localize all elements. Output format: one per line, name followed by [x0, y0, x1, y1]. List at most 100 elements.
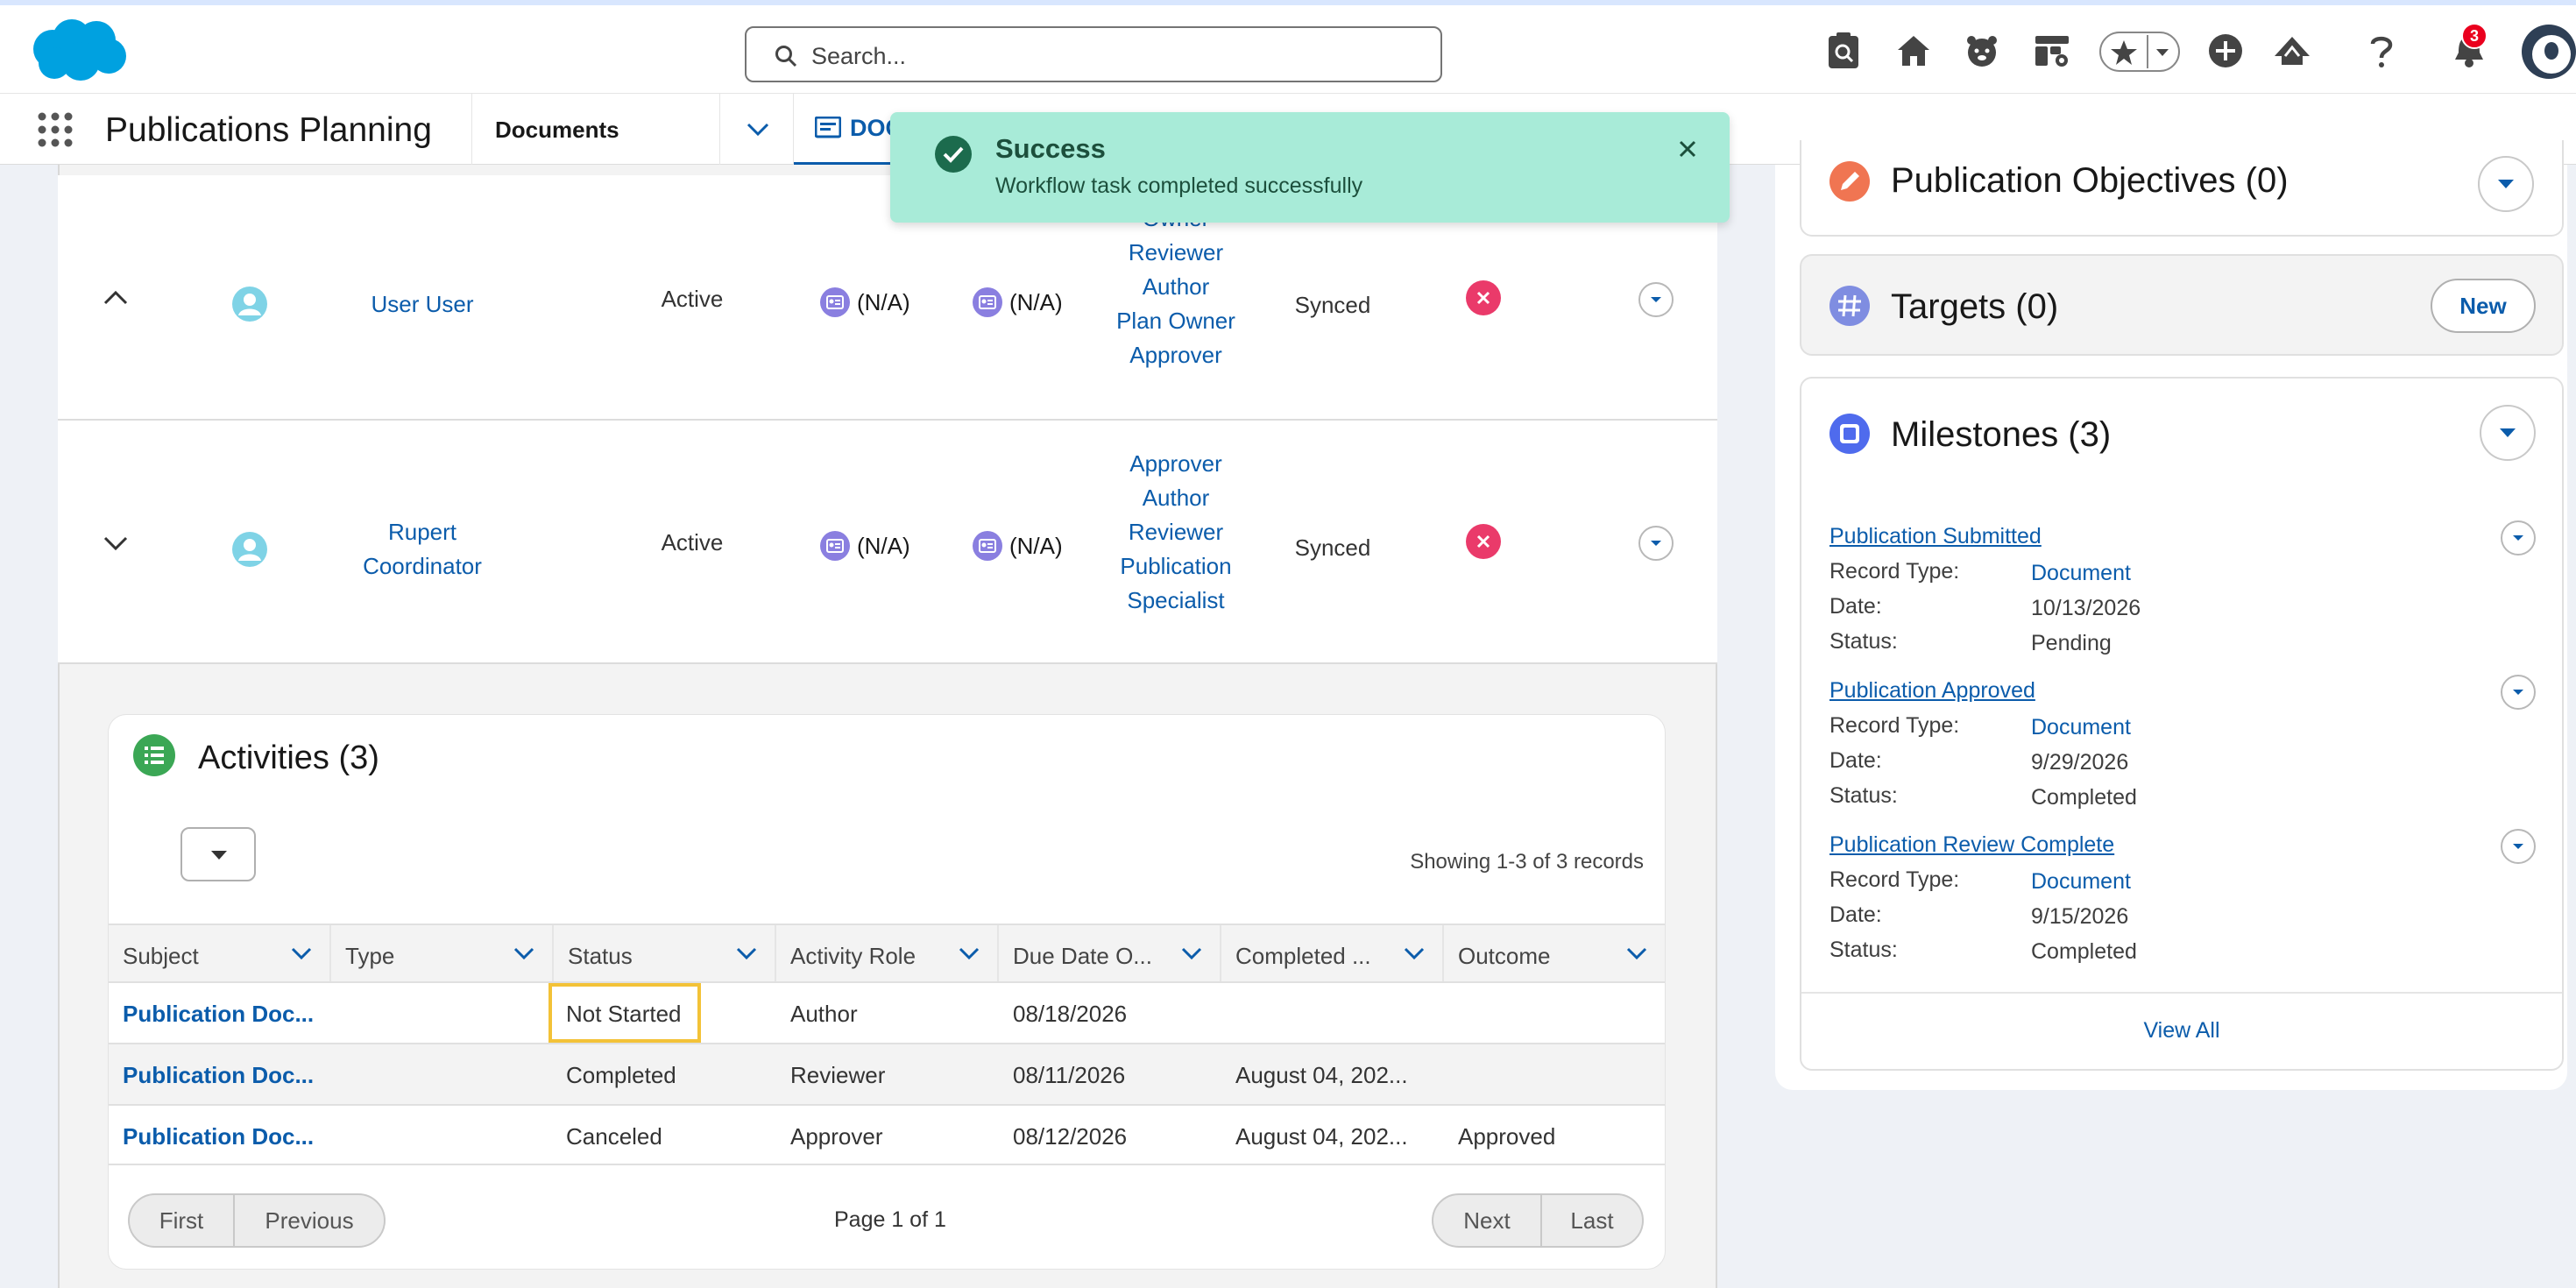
chevron-down-icon[interactable]: [103, 536, 128, 552]
member-name-link[interactable]: Rupert Coordinator: [335, 515, 510, 584]
activity-subject-link[interactable]: Publication Doc...: [123, 1001, 314, 1028]
activity-subject-link[interactable]: Publication Doc...: [123, 1062, 314, 1089]
milestones-menu-button[interactable]: [2480, 405, 2536, 461]
chevron-down-icon[interactable]: [736, 946, 757, 960]
column-header-status[interactable]: Status: [554, 925, 776, 983]
column-label: Outcome: [1458, 943, 1551, 969]
chevron-down-icon[interactable]: [1404, 946, 1425, 960]
status-label: Status:: [1829, 938, 1898, 962]
activity-subject-link[interactable]: Publication Doc...: [123, 1123, 314, 1150]
astro-icon[interactable]: [1961, 30, 2003, 72]
targets-title: Targets (0): [1891, 287, 2059, 326]
column-label: Completed ...: [1235, 943, 1371, 969]
favorites-button[interactable]: [2099, 32, 2180, 72]
remove-member-icon[interactable]: [1466, 280, 1501, 315]
objectives-menu-button[interactable]: [2478, 156, 2534, 212]
milestone-actions-dropdown[interactable]: [2501, 520, 2536, 556]
app-layout-icon[interactable]: [2031, 30, 2073, 72]
chevron-down-icon[interactable]: [1626, 946, 1647, 960]
clipboard-search-icon[interactable]: [1822, 30, 1865, 72]
field-value: (N/A): [857, 288, 910, 315]
home-icon[interactable]: [1893, 30, 1935, 72]
column-header-type[interactable]: Type: [331, 925, 554, 983]
column-label: Activity Role: [790, 943, 916, 969]
chevron-down-icon[interactable]: [291, 946, 312, 960]
column-header-activity-role[interactable]: Activity Role: [776, 925, 999, 983]
user-avatar-icon: [231, 531, 268, 568]
role: Author: [1142, 273, 1210, 300]
record-type-label: Record Type:: [1829, 867, 1960, 892]
column-header-outcome[interactable]: Outcome: [1444, 925, 1665, 983]
column-header-completed[interactable]: Completed ...: [1221, 925, 1444, 983]
column-label: Status: [568, 943, 633, 969]
global-search-input[interactable]: Search...: [745, 26, 1442, 82]
milestones-card: Milestones (3) Publication Submitted Rec…: [1800, 377, 2564, 1071]
record-type-label: Record Type:: [1829, 713, 1960, 738]
field-value: (N/A): [857, 532, 910, 559]
contact-card-icon: [820, 287, 850, 317]
milestone-actions-dropdown[interactable]: [2501, 829, 2536, 864]
last-page-button[interactable]: Last: [1540, 1193, 1644, 1248]
pencil-icon: [1829, 161, 1870, 202]
milestone-link[interactable]: Publication Review Complete: [1829, 832, 2114, 858]
help-icon[interactable]: [2360, 30, 2403, 72]
activity-completed: August 04, 202...: [1235, 1123, 1408, 1150]
toast-message: Workflow task completed successfully: [995, 173, 1363, 198]
row-actions-dropdown[interactable]: [1638, 282, 1674, 317]
chevron-down-icon[interactable]: [513, 946, 534, 960]
milestone-link[interactable]: Publication Approved: [1829, 678, 2035, 704]
nav-item-documents[interactable]: Documents: [471, 94, 720, 166]
member-status: Active: [661, 529, 724, 556]
chevron-up-icon[interactable]: [103, 289, 128, 305]
chevron-down-icon[interactable]: [1181, 946, 1202, 960]
activities-icon: [133, 734, 175, 776]
record-type-link[interactable]: Document: [2031, 561, 2131, 586]
role: Publication: [1120, 553, 1232, 579]
trailhead-icon[interactable]: [2271, 30, 2313, 72]
column-header-subject[interactable]: Subject: [109, 925, 331, 983]
new-target-button[interactable]: New: [2431, 279, 2536, 333]
member-roles: Owner Reviewer Author Plan Owner Approve…: [1088, 202, 1263, 372]
role: Plan Owner: [1116, 308, 1235, 334]
record-type-link[interactable]: Document: [2031, 869, 2131, 895]
table-row: Publication Doc... Canceled Approver 08/…: [109, 1104, 1665, 1165]
member-name-line: Coordinator: [363, 553, 482, 579]
user-avatar[interactable]: [2522, 25, 2576, 79]
chevron-down-icon[interactable]: [959, 946, 980, 960]
success-check-icon: [934, 135, 973, 173]
page-info: Page 1 of 1: [834, 1207, 946, 1232]
salesforce-logo[interactable]: [26, 16, 128, 86]
record-type-link[interactable]: Document: [2031, 715, 2131, 740]
activity-due-date: 08/12/2026: [1013, 1123, 1128, 1150]
global-add-icon[interactable]: [2204, 30, 2247, 72]
column-header-due-date[interactable]: Due Date O...: [999, 925, 1221, 983]
date-label: Date:: [1829, 902, 1882, 927]
sync-status: Synced: [1294, 292, 1371, 318]
record-type-label: Record Type:: [1829, 559, 1960, 584]
role: Reviewer: [1128, 239, 1224, 265]
remove-member-icon[interactable]: [1466, 524, 1501, 559]
milestone-actions-dropdown[interactable]: [2501, 675, 2536, 710]
first-page-button[interactable]: First: [128, 1193, 235, 1248]
member-name-link[interactable]: User User: [335, 291, 510, 318]
role: Author: [1142, 485, 1210, 511]
role: Approver: [1129, 450, 1222, 477]
row-actions-dropdown[interactable]: [1638, 526, 1674, 561]
nav-item-documents-label: Documents: [495, 117, 619, 143]
targets-card: Targets (0) New: [1800, 254, 2564, 356]
view-all-milestones-link[interactable]: View All: [1801, 1018, 2562, 1044]
next-page-button[interactable]: Next: [1432, 1193, 1542, 1248]
document-tab-icon: [815, 117, 841, 139]
milestone-link[interactable]: Publication Submitted: [1829, 524, 2042, 549]
records-count: Showing 1-3 of 3 records: [1410, 850, 1644, 874]
member-field-1: (N/A): [820, 287, 910, 317]
activity-completed: August 04, 202...: [1235, 1062, 1408, 1088]
previous-page-button[interactable]: Previous: [233, 1193, 386, 1248]
close-icon[interactable]: [1677, 138, 1698, 159]
app-launcher-icon[interactable]: [37, 111, 74, 148]
activities-filter-dropdown[interactable]: [180, 827, 256, 881]
column-label: Type: [345, 943, 395, 969]
notification-count-badge: 3: [2461, 23, 2488, 49]
column-label: Due Date O...: [1013, 943, 1152, 969]
documents-menu-button[interactable]: [720, 94, 794, 166]
